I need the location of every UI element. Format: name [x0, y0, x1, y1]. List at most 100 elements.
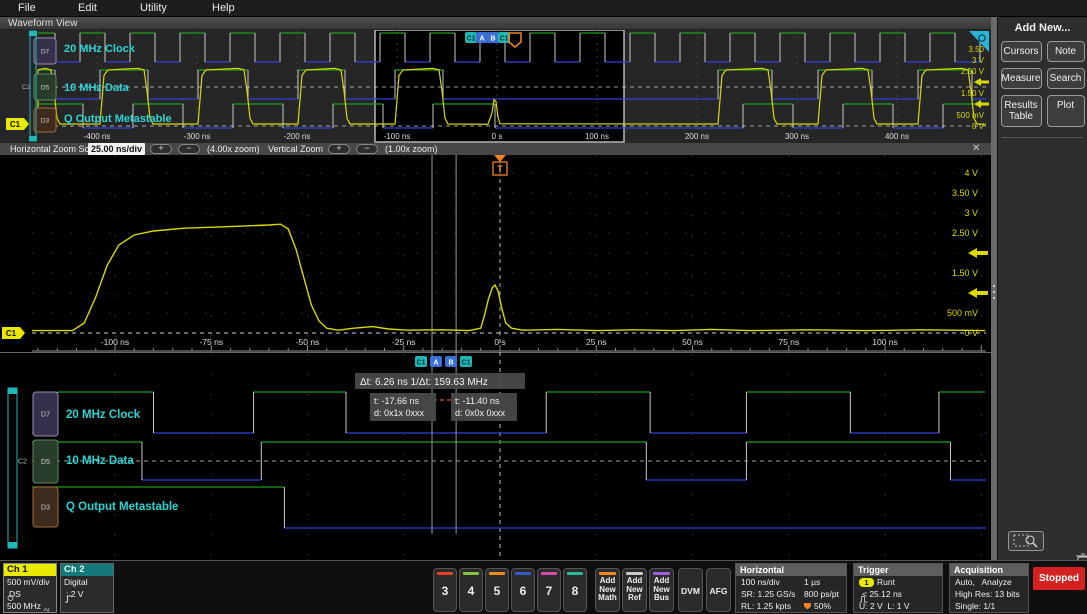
add-new-button-grid: Cursors Note Measure Search Results Table Plo…: [998, 41, 1087, 127]
menu-item-edit[interactable]: Edit: [78, 2, 97, 14]
main-volt-label: 1.50 V: [952, 268, 978, 278]
overview-time-label: -300 ns: [184, 132, 211, 141]
horizontal-settings-box[interactable]: Horizontal 100 ns/div 1 µs SR: 1.25 GS/s 8…: [735, 563, 847, 613]
add-new-bus-button[interactable]: Add New Bus: [649, 568, 674, 612]
zoom-scale-bar: Horizontal Zoom Scale 25.00 ns/div + − (…: [0, 143, 991, 155]
main-volt-label: 3 V: [964, 208, 978, 218]
main-time-label: -100 ns: [101, 337, 129, 347]
main-volt-label: 2.50 V: [952, 228, 978, 238]
channel-4-button[interactable]: 4: [459, 568, 483, 612]
zoom-area-icon: [1013, 534, 1038, 548]
position-marker-icon: [804, 602, 811, 610]
main-time-label: 75 ns: [778, 337, 799, 347]
main-time-label: 50 ns: [682, 337, 703, 347]
main-volt-label: 3.50 V: [952, 188, 978, 198]
trigger-type: Runt: [877, 577, 895, 587]
acquisition-count: Single: 1/1: [955, 601, 996, 611]
vzoom-plus-button[interactable]: +: [328, 144, 350, 154]
add-new-note-button[interactable]: Note: [1046, 41, 1085, 62]
overview-channel-label: 20 MHz Clock: [64, 43, 136, 55]
run-stop-status-button[interactable]: Stopped: [1033, 567, 1085, 590]
trigger-settings-box[interactable]: Trigger 1 Runt < 25.12 ns U: 2 V L: 1 V: [853, 563, 943, 613]
svg-text:A: A: [479, 36, 484, 43]
add-new-cursors-button[interactable]: Cursors: [1000, 41, 1042, 62]
afg-button[interactable]: AFG: [706, 568, 731, 612]
vertical-zoom-label: Vertical Zoom: [268, 144, 324, 154]
trigger-levels: U: 2 V L: 1 V: [859, 601, 910, 611]
svg-text:A: A: [433, 360, 438, 367]
horizontal-window: 1 µs: [804, 577, 821, 587]
vzoom-minus-button[interactable]: −: [356, 144, 378, 154]
channel-2-badge[interactable]: Ch 2 Digital : 2 V: [60, 563, 114, 613]
overview-waveform-panel[interactable]: -400 ns -300 ns -200 ns -100 ns 0 s 100 ns 200…: [0, 30, 991, 143]
zoom-selection-box[interactable]: [374, 30, 625, 143]
overview-time-label: 0 s: [492, 132, 503, 141]
add-new-math-button[interactable]: Add New Math: [595, 568, 620, 612]
main-time-label: 0 s: [494, 337, 505, 347]
main-time-label: -25 ns: [392, 337, 416, 347]
svg-text:Δt: 6.26 ns 1/Δt: 159.63 MHz: Δt: 6.26 ns 1/Δt: 159.63 MHz: [360, 377, 488, 388]
digital-waveform-panel[interactable]: C1 A B C1 D7 20 MHz Clock D5 C2 10 MHz Data D3 Q O…: [0, 352, 991, 560]
svg-text:d: 0x0x 0xxx: d: 0x0x 0xxx: [455, 408, 506, 418]
main-time-label: 25 ns: [586, 337, 607, 347]
add-new-results-table-button[interactable]: Results Table: [1000, 95, 1042, 127]
svg-text:T: T: [497, 164, 503, 174]
sample-interval: 800 ps/pt: [804, 589, 839, 599]
channel-6-button[interactable]: 6: [511, 568, 535, 612]
svg-text:d: 0x1x 0xxx: d: 0x1x 0xxx: [374, 408, 425, 418]
svg-text:t: -11.40 ns: t: -11.40 ns: [455, 396, 500, 406]
add-new-measure-button[interactable]: Measure: [1000, 68, 1042, 89]
main-time-label: -50 ns: [296, 337, 320, 347]
main-volt-label: 500 mV: [947, 308, 978, 318]
overview-volt-label: 3 V: [972, 56, 985, 65]
svg-text:C1: C1: [10, 120, 21, 129]
trigger-title: Trigger: [854, 564, 942, 576]
record-length: RL: 1.25 kpts: [741, 601, 792, 611]
svg-text:B: B: [490, 36, 495, 43]
dvm-button[interactable]: DVM: [678, 568, 703, 612]
close-zoom-icon[interactable]: ✕: [972, 143, 980, 155]
sidebar: Add New... Cursors Note Measure Search Resul…: [997, 17, 1087, 570]
svg-text:C1: C1: [500, 36, 509, 43]
digital-channel-label: Q Output Metastable: [66, 501, 178, 513]
svg-text:D7: D7: [41, 412, 50, 419]
overview-volt-label: 500 mV: [956, 111, 984, 120]
svg-text:D7: D7: [41, 49, 50, 56]
overview-time-label: 200 ns: [685, 132, 709, 141]
add-new-plot-button[interactable]: Plot: [1046, 95, 1085, 127]
menu-item-file[interactable]: File: [18, 2, 36, 14]
svg-text:D3: D3: [41, 505, 50, 512]
acquisition-title: Acquisition: [950, 564, 1028, 576]
main-waveform-panel[interactable]: T 4 V 3.50 V 3 V 2.50 V 1.50 V 500 mV 0 V C1 -100…: [0, 155, 991, 352]
add-new-search-button[interactable]: Search: [1046, 68, 1085, 89]
bottom-bar: Ch 1 500 mV/div DS 500 MHz Ch 2 Digital …: [0, 560, 1087, 614]
overview-time-label: 400 ns: [885, 132, 909, 141]
menu-item-utility[interactable]: Utility: [140, 2, 167, 14]
overview-time-label: -400 ns: [84, 132, 111, 141]
ch1-scale: 500 mV/div: [7, 577, 50, 587]
digital-channel-label: 10 MHz Data: [66, 455, 134, 467]
hzoom-minus-button[interactable]: −: [178, 144, 200, 154]
channel-1-badge[interactable]: Ch 1 500 mV/div DS 500 MHz: [3, 563, 57, 613]
add-new-ref-button[interactable]: Add New Ref: [622, 568, 647, 612]
overview-time-label: -100 ns: [384, 132, 411, 141]
main-volt-label: 0 V: [964, 328, 978, 338]
hzoom-plus-button[interactable]: +: [150, 144, 172, 154]
acquisition-settings-box[interactable]: Acquisition Auto, Analyze High Res: 13 b…: [949, 563, 1029, 613]
channel-3-button[interactable]: 3: [433, 568, 457, 612]
svg-text:D5: D5: [41, 459, 50, 466]
overview-volt-label: 2.50 V: [961, 67, 985, 76]
view-title: Waveform View: [8, 18, 78, 29]
zoom-scale-value[interactable]: 25.00 ns/div: [88, 143, 145, 155]
svg-text:C2: C2: [22, 84, 31, 91]
acquisition-mode: Auto, Analyze: [955, 577, 1012, 587]
channel-7-button[interactable]: 7: [537, 568, 561, 612]
channel-5-button[interactable]: 5: [485, 568, 509, 612]
channel-8-button[interactable]: 8: [563, 568, 587, 612]
overview-time-label: 300 ns: [785, 132, 809, 141]
svg-text:t: -17.66 ns: t: -17.66 ns: [374, 396, 420, 406]
svg-text:D5: D5: [41, 85, 50, 92]
menu-item-help[interactable]: Help: [212, 2, 235, 14]
zoom-tool-button[interactable]: [1008, 531, 1044, 551]
horizontal-position: 50%: [814, 601, 832, 611]
